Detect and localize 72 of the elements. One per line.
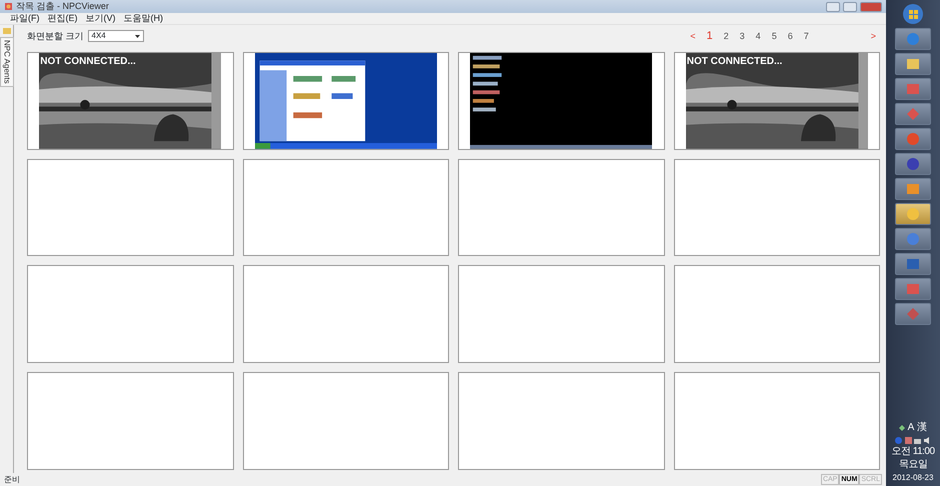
taskbar-button[interactable] xyxy=(895,178,931,200)
circle-icon xyxy=(906,232,920,246)
page-link[interactable]: 7 xyxy=(804,30,809,44)
ime-indicator[interactable]: A xyxy=(908,420,914,435)
taskbar-button[interactable] xyxy=(895,103,931,125)
square-icon xyxy=(906,82,920,96)
app-icon xyxy=(4,2,13,11)
connection-status: NOT CONNECTED... xyxy=(40,54,136,69)
viewer-tile[interactable] xyxy=(242,158,449,256)
network-icon[interactable] xyxy=(914,437,922,444)
ime-indicator[interactable]: 漢 xyxy=(916,420,927,435)
maximize-button[interactable] xyxy=(843,2,857,12)
viewer-tile[interactable] xyxy=(242,372,449,470)
viewer-tile[interactable] xyxy=(674,372,880,470)
start-orb-icon[interactable] xyxy=(902,3,924,25)
clock-date[interactable]: 2012-08-23 xyxy=(892,472,934,484)
caret-icon xyxy=(134,34,140,38)
minimize-button[interactable] xyxy=(826,2,840,12)
menu-item[interactable]: 편집(E) xyxy=(48,12,78,26)
volume-icon[interactable] xyxy=(924,437,931,444)
menu-item[interactable]: 보기(V) xyxy=(86,12,116,26)
split-size-dropdown[interactable]: 4X4 xyxy=(88,30,144,42)
window-title: 작목 검출 - NPCViewer xyxy=(16,0,109,13)
diamond-icon xyxy=(899,424,906,430)
taskbar-button[interactable] xyxy=(895,153,931,175)
square-icon xyxy=(906,282,920,296)
viewer-tile[interactable] xyxy=(674,265,880,364)
page-link[interactable]: 1 xyxy=(706,28,713,45)
taskbar-button[interactable] xyxy=(895,228,931,250)
taskbar-button[interactable] xyxy=(895,303,931,325)
diamond-icon xyxy=(906,307,920,321)
diamond-icon xyxy=(906,107,920,121)
circle-icon xyxy=(906,157,920,171)
clock-day[interactable]: 목요일 xyxy=(898,459,928,470)
square-icon xyxy=(906,182,920,196)
side-tab[interactable]: NPC Agents xyxy=(0,37,14,87)
page-link[interactable]: 6 xyxy=(788,30,793,44)
page-link[interactable]: 3 xyxy=(740,30,745,44)
viewer-tile[interactable] xyxy=(458,372,664,470)
next-page-button[interactable]: > xyxy=(870,30,876,44)
page-link[interactable]: 2 xyxy=(724,30,729,44)
viewer-tile[interactable] xyxy=(27,265,234,364)
taskbar-button[interactable] xyxy=(895,78,931,100)
square-icon xyxy=(906,257,920,271)
menu-item[interactable]: 파일(F) xyxy=(10,12,40,26)
circle-icon xyxy=(906,207,920,221)
page-link[interactable]: 5 xyxy=(772,30,777,44)
clock-time[interactable]: 오전 11:00 xyxy=(891,446,935,457)
circle-icon xyxy=(906,132,920,146)
viewer-tile[interactable]: NOT CONNECTED... xyxy=(27,52,234,150)
folder-icon xyxy=(2,27,10,35)
taskbar-button[interactable] xyxy=(895,53,931,75)
circle-icon xyxy=(906,32,920,46)
viewer-tile[interactable] xyxy=(674,158,880,256)
close-button[interactable] xyxy=(860,2,882,12)
taskbar-button[interactable] xyxy=(895,203,931,225)
viewer-tile[interactable] xyxy=(242,265,449,364)
taskbar-button[interactable] xyxy=(895,253,931,275)
status-text: 준비 xyxy=(4,474,20,486)
viewer-tile[interactable] xyxy=(458,265,664,364)
taskbar-button[interactable] xyxy=(895,128,931,150)
connection-status: NOT CONNECTED... xyxy=(686,54,782,69)
square-icon xyxy=(906,57,920,71)
viewer-tile[interactable]: NOT CONNECTED... xyxy=(674,52,880,150)
page-link[interactable]: 4 xyxy=(756,30,761,44)
viewer-tile[interactable] xyxy=(458,158,664,256)
split-size-label: 화면분할 크기 xyxy=(27,30,84,43)
taskbar-button[interactable] xyxy=(895,278,931,300)
previous-page-button[interactable]: < xyxy=(690,30,696,44)
viewer-tile[interactable] xyxy=(27,372,234,470)
viewer-tile[interactable] xyxy=(27,158,234,256)
menu-item[interactable]: 도움말(H) xyxy=(124,12,163,26)
